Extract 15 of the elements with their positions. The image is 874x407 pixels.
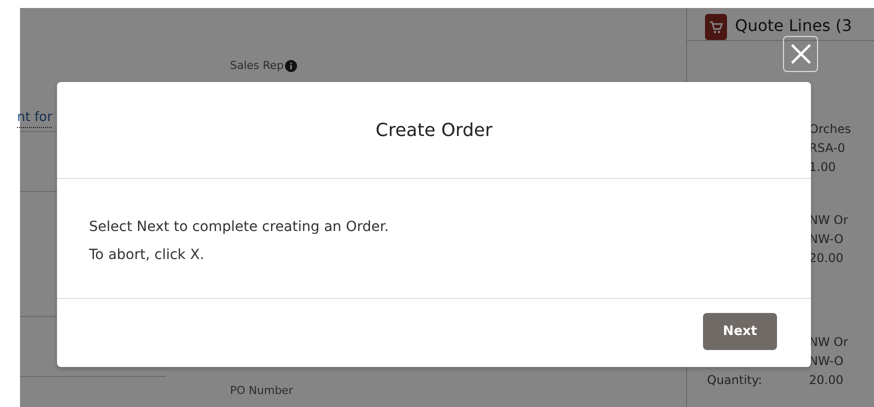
dialog-message: Select Next to complete creating an Order.: [89, 218, 390, 237]
info-icon[interactable]: [284, 60, 297, 72]
field-value: 20.00: [809, 250, 844, 264]
field-value: 1.00: [809, 160, 836, 174]
field-label: Quantity:: [707, 372, 762, 386]
close-icon: [790, 43, 812, 65]
panel-title: Quote Lines (3: [735, 16, 852, 35]
close-button[interactable]: [783, 36, 818, 72]
field-value: 20.00: [809, 372, 844, 386]
next-button[interactable]: Next: [703, 312, 777, 350]
po-number-label: PO Number: [230, 384, 294, 397]
cart-icon: [705, 14, 727, 40]
dialog-message: To abort, click X.: [89, 246, 206, 265]
sales-rep-label: Sales Rep: [230, 59, 284, 72]
dialog-title: Create Order: [376, 120, 492, 140]
